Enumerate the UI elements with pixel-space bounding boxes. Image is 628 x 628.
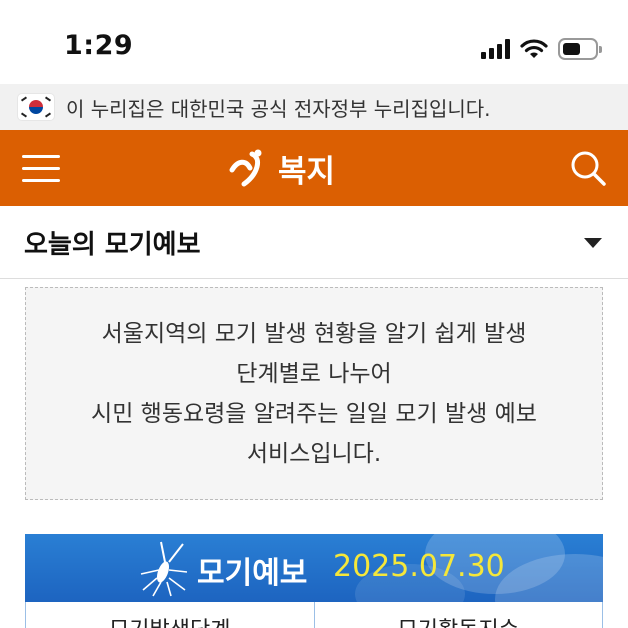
mosquito-icon (140, 541, 188, 597)
cellular-signal-icon (481, 39, 510, 59)
battery-icon (558, 38, 602, 60)
mosquito-forecast-banner: 모기예보 2025.07.30 (25, 534, 603, 602)
table-header-stage: 모기발생단계 (26, 602, 314, 628)
gov-official-banner: 이 누리집은 대한민국 공식 전자정부 누리집입니다. (0, 84, 628, 130)
status-icons (481, 36, 602, 62)
hamburger-menu-icon[interactable] (22, 150, 62, 186)
chevron-down-icon (584, 238, 602, 248)
page-title: 복지 (278, 153, 336, 190)
search-icon[interactable] (568, 148, 608, 188)
status-time: 1:29 (64, 30, 134, 61)
site-header: 복지 (0, 130, 628, 206)
info-line: 서비스입니다. (246, 440, 382, 467)
service-description-box: 서울지역의 모기 발생 현황을 알기 쉽게 발생 단계별로 나누어 시민 행동요… (25, 287, 603, 500)
gov-banner-text: 이 누리집은 대한민국 공식 전자정부 누리집입니다. (66, 96, 491, 121)
battery-level (563, 43, 580, 55)
info-line: 단계별로 나누어 (236, 360, 392, 387)
forecast-table-header: 모기발생단계 모기활동지수 (25, 602, 603, 628)
info-line: 서울지역의 모기 발생 현황을 알기 쉽게 발생 (101, 320, 527, 347)
seoul-logo-icon (229, 149, 262, 187)
korea-flag-icon (18, 94, 54, 120)
forecast-date: 2025.07.30 (333, 549, 505, 584)
section-title: 오늘의 모기예보 (24, 230, 201, 260)
info-line: 시민 행동요령을 알려주는 일일 모기 발생 예보 (91, 400, 537, 427)
status-bar: 1:29 (0, 0, 628, 84)
wifi-icon (520, 39, 548, 58)
site-brand[interactable]: 복지 (228, 144, 335, 192)
section-dropdown[interactable]: 오늘의 모기예보 (0, 206, 628, 279)
table-header-activity-index: 모기활동지수 (313, 602, 603, 628)
forecast-label: 모기예보 (197, 556, 308, 591)
